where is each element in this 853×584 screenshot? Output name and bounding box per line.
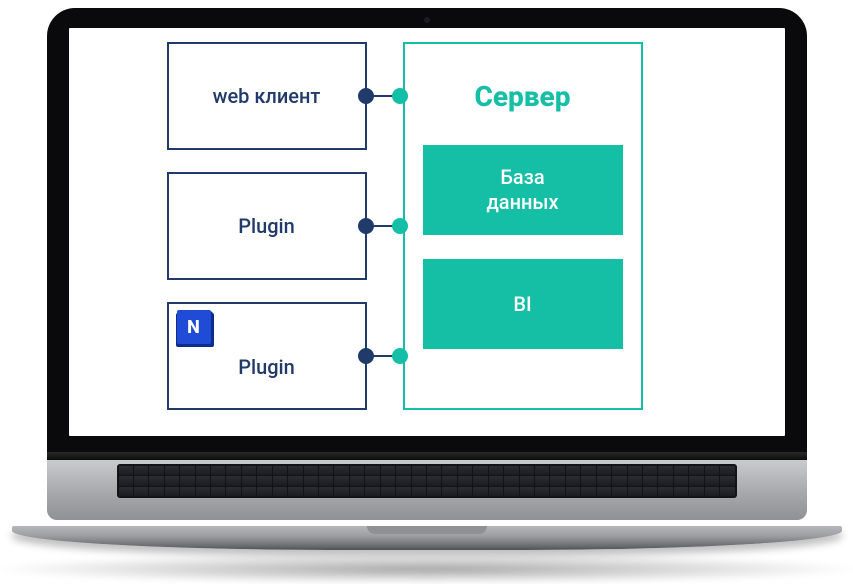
drop-shadow — [0, 554, 853, 584]
screen: web клиент Plugin N Plugin — [69, 28, 785, 436]
navisworks-n-icon: N — [177, 310, 211, 344]
client-label: Plugin — [238, 214, 295, 238]
hinge — [47, 452, 807, 460]
laptop-mockup: web клиент Plugin N Plugin — [47, 8, 807, 520]
client-box-plugin-1: Plugin — [167, 172, 367, 280]
connector-icon — [365, 225, 401, 227]
client-box-web: web клиент — [167, 42, 367, 150]
connector-icon — [365, 355, 401, 357]
icon-letter: N — [187, 317, 200, 338]
server-title: Сервер — [423, 80, 623, 113]
clients-column: web клиент Plugin N Plugin — [167, 42, 367, 410]
keyboard — [117, 464, 737, 498]
server-component-bi: BI — [423, 259, 623, 349]
client-label: Plugin — [238, 355, 295, 379]
architecture-diagram: web клиент Plugin N Plugin — [167, 42, 687, 410]
laptop-base — [12, 526, 842, 550]
camera-dot — [424, 17, 430, 23]
screen-bezel: web клиент Plugin N Plugin — [47, 8, 807, 452]
connector-icon — [365, 95, 401, 97]
server-box: Сервер База данных BI — [403, 42, 643, 410]
server-component-database: База данных — [423, 145, 623, 235]
laptop-deck — [47, 460, 807, 520]
client-label: web клиент — [213, 84, 321, 108]
client-box-plugin-2: N Plugin — [167, 302, 367, 410]
